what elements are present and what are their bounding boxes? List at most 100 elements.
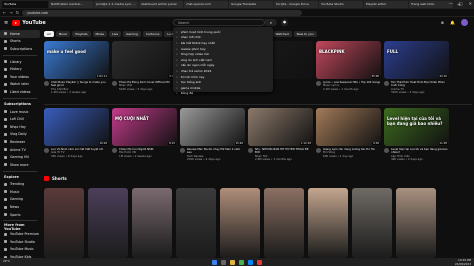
filter-chip[interactable]: Cartoons (142, 31, 163, 37)
sidebar-item[interactable]: YouTube Studio (0, 238, 40, 246)
sidebar-item[interactable]: Subscriptions (0, 45, 40, 53)
sidebar-item[interactable]: Lofi Chill (0, 115, 40, 123)
video-thumbnail[interactable]: 4:32 (112, 41, 177, 79)
sidebar-item[interactable]: Shorts (0, 38, 40, 46)
browser-tab[interactable]: prod@1:1:1 media sync ... (94, 1, 138, 8)
short-video[interactable] (220, 188, 260, 258)
sidebar-item[interactable]: Show more (0, 161, 40, 169)
video-thumbnail[interactable]: make u feel good 1:02:11 (44, 41, 109, 79)
video-card[interactable]: MỘ CUỘI NHẤT 8:15 Chiêu Mộ Con Người Nhất H… (112, 108, 177, 162)
video-card[interactable]: 15:40 Review Mac Studio chạy M2 Max 2 năm… (180, 108, 245, 162)
chrome-icon[interactable] (239, 259, 244, 265)
sidebar-item[interactable]: Vlog Daily (0, 131, 40, 139)
maximize-icon[interactable]: ▢ (459, 1, 463, 6)
channel-avatar[interactable] (44, 81, 49, 86)
avatar[interactable] (461, 19, 468, 26)
video-thumbnail[interactable]: 10:02 (44, 108, 109, 146)
channel-avatar[interactable] (112, 81, 117, 86)
video-card[interactable]: 10:02 Lưu Vũ Ninh cảm xúc tết Viết tuyệt … (44, 108, 109, 162)
sidebar-item[interactable]: Watch later (0, 81, 40, 89)
short-video[interactable] (176, 188, 216, 258)
channel-avatar[interactable] (384, 81, 389, 86)
video-thumbnail[interactable]: 15:40 (180, 108, 245, 146)
filter-chip[interactable]: Live (109, 31, 122, 37)
sidebar-item[interactable]: Reviewer (0, 138, 40, 146)
browser-tab[interactable]: YouTube (2, 1, 48, 8)
close-icon[interactable]: ✕ (469, 1, 472, 6)
video-card[interactable]: 1:12:03 Nhi - NHỮNG BẢN HIT HUYỀN THOẠI Đ… (248, 108, 313, 162)
search-suggestion[interactable]: ⌕ bóng đá (173, 91, 273, 97)
channel-avatar[interactable] (112, 148, 117, 153)
filter-chip[interactable]: All (44, 31, 54, 37)
edge-icon[interactable] (248, 259, 253, 265)
sidebar-item[interactable]: Anime TV (0, 146, 40, 154)
sidebar-item[interactable]: YouTube Music (0, 246, 40, 254)
video-thumbnail[interactable]: 1:12:03 (248, 108, 313, 146)
bell-icon[interactable]: 🔔 (450, 20, 455, 25)
create-icon[interactable]: ⊕ (441, 20, 444, 25)
browser-tab[interactable]: Trang web khác (409, 1, 453, 8)
search-input[interactable]: Search (173, 19, 265, 26)
sidebar-item[interactable]: News (0, 203, 40, 211)
browser-tab[interactable]: chat.openai.com (184, 1, 228, 8)
sidebar-item[interactable]: History (0, 65, 40, 73)
video-card[interactable]: 4:32 Thiên Hà Đông Kinh Cover Official MV… (112, 41, 177, 95)
browser-tab[interactable]: Playlist editor (364, 1, 408, 8)
hamburger-menu-icon[interactable]: ≡ (4, 20, 8, 26)
forward-icon[interactable]: → (9, 10, 12, 15)
short-video[interactable] (132, 188, 172, 258)
video-thumbnail[interactable]: MỘ CUỘI NHẤT 8:15 (112, 108, 177, 146)
channel-avatar[interactable] (44, 148, 49, 153)
video-card[interactable]: Level hiện tại của tôi và bạn đang giá b… (384, 108, 449, 162)
sidebar-item[interactable]: Love music (0, 108, 40, 116)
browser-tab[interactable]: dashboard admin panel (139, 1, 183, 8)
channel-avatar[interactable] (180, 148, 185, 153)
url-field[interactable]: youtube.com (22, 9, 303, 16)
sidebar-item[interactable]: Home (0, 30, 40, 38)
filter-chip[interactable]: Playlists (72, 31, 91, 37)
channel-avatar[interactable] (384, 148, 389, 153)
short-video[interactable] (44, 188, 84, 258)
short-video[interactable] (352, 188, 392, 258)
video-card[interactable]: BLACKPINK 45:00 Lyrics • Lửa Seasonal Hits… (316, 41, 381, 95)
short-video[interactable] (88, 188, 128, 258)
app-icon[interactable] (257, 259, 262, 265)
channel-avatar[interactable] (316, 81, 321, 86)
video-thumbnail[interactable]: Level hiện tại của tôi và bạn đang giá b… (384, 108, 449, 146)
filter-chip[interactable]: New to you (293, 31, 317, 37)
youtube-logo[interactable]: YouTube (12, 20, 46, 26)
video-card[interactable]: FULL 22:10 Tân Thế Phim Hoạt Hình Đại Chiế… (384, 41, 449, 95)
sidebar-item[interactable]: Your videos (0, 73, 40, 81)
sidebar-item[interactable]: Liked videos (0, 88, 40, 96)
filter-chip[interactable]: Gaming (123, 31, 141, 37)
browser-tab[interactable]: YouTube Studio (319, 1, 363, 8)
filter-chip[interactable]: Music (55, 31, 71, 37)
channel-avatar[interactable] (316, 148, 321, 153)
video-thumbnail[interactable]: FULL 22:10 (384, 41, 449, 79)
sidebar-item[interactable]: Sports (0, 211, 40, 219)
sidebar-item[interactable]: Trending (0, 181, 40, 189)
short-video[interactable] (396, 188, 436, 258)
filter-chip[interactable]: Mixes (92, 31, 108, 37)
sidebar-item[interactable]: Nhạc Hay (0, 123, 40, 131)
weather-widget[interactable]: 29°C (3, 259, 10, 263)
short-video[interactable] (264, 188, 304, 258)
channel-avatar[interactable] (248, 148, 253, 153)
back-icon[interactable]: ← (3, 10, 6, 15)
filter-chip[interactable]: Watched (272, 31, 292, 37)
sidebar-item[interactable]: Gaming (0, 196, 40, 204)
sidebar-item[interactable]: Music (0, 188, 40, 196)
voice-search-button[interactable]: ● (281, 19, 288, 26)
sidebar-item[interactable]: Gaming VN (0, 153, 40, 161)
taskbar-search-icon[interactable] (221, 259, 226, 265)
video-thumbnail[interactable]: 9:30 (316, 108, 381, 146)
search-button[interactable]: ⌕ (265, 19, 277, 26)
browser-tab[interactable]: Google Translate (229, 1, 273, 8)
short-video[interactable] (308, 188, 348, 258)
reload-icon[interactable]: ↻ (16, 10, 19, 15)
video-card[interactable]: 9:30 Giảng Lạm cân dùng xương tần Hồ Trà Đ… (316, 108, 381, 162)
file-explorer-icon[interactable] (230, 259, 235, 265)
sidebar-item[interactable]: Library (0, 58, 40, 66)
video-thumbnail[interactable]: BLACKPINK 45:00 (316, 41, 381, 79)
browser-tab[interactable]: Notification Central... (49, 1, 93, 8)
